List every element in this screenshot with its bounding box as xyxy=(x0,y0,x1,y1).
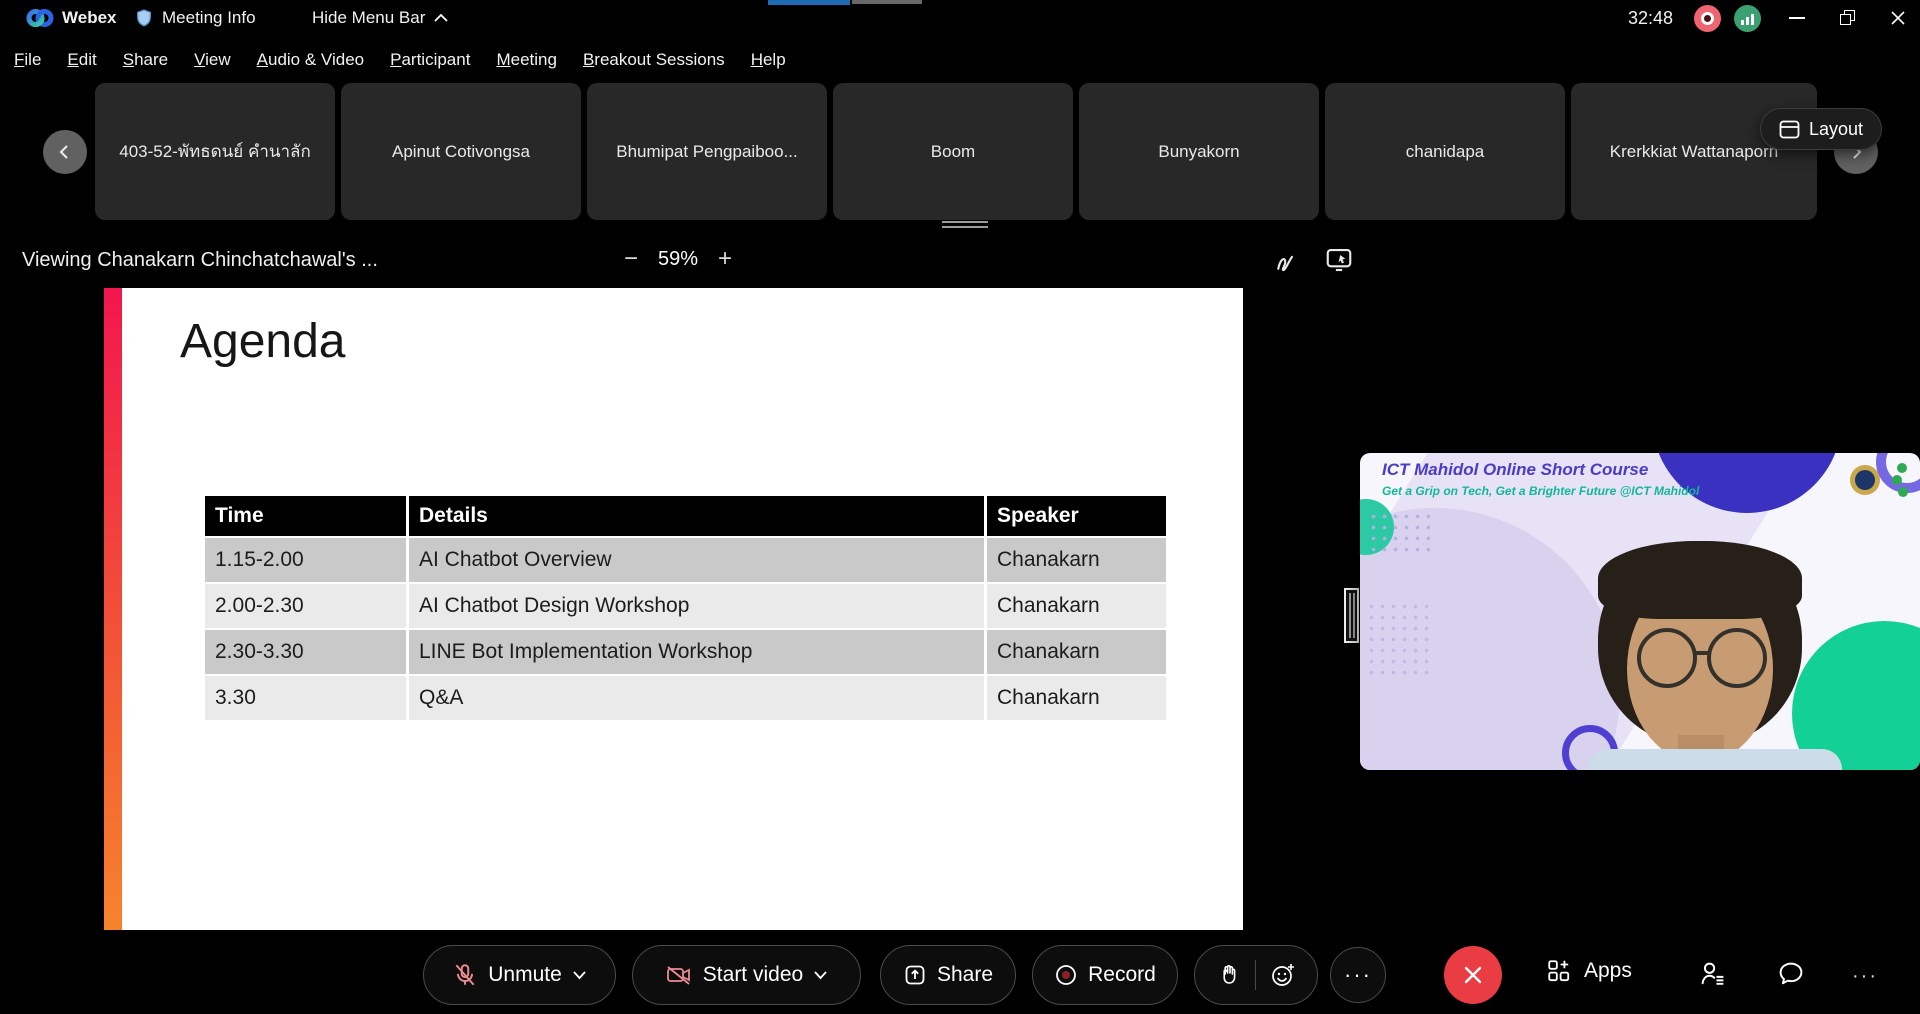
record-button[interactable]: Record xyxy=(1032,945,1178,1005)
ribbon-icon xyxy=(1888,461,1912,499)
table-cell: 2.00-2.30 xyxy=(205,584,406,628)
chevron-down-icon[interactable] xyxy=(572,970,587,980)
zoom-in-button[interactable]: + xyxy=(712,246,738,272)
divider xyxy=(1255,960,1256,990)
table-cell: Q&A xyxy=(409,676,984,720)
window-edge-blue xyxy=(768,0,850,5)
overlay-course-title: ICT Mahidol Online Short Course xyxy=(1382,460,1648,480)
layout-button[interactable]: Layout xyxy=(1760,108,1882,150)
shared-slide: Agenda Time Details Speaker 1.15-2.00 AI… xyxy=(104,288,1243,930)
menu-participant[interactable]: Participant xyxy=(390,50,470,70)
window-edge-gray xyxy=(852,0,922,4)
menu-breakout-sessions[interactable]: Breakout Sessions xyxy=(583,50,725,70)
menu-audio-video[interactable]: Audio & Video xyxy=(257,50,364,70)
participant-tile[interactable]: Krerkkiat Wattanaporn xyxy=(1571,83,1817,220)
mic-muted-icon xyxy=(452,962,478,988)
table-cell: 3.30 xyxy=(205,676,406,720)
table-header-speaker: Speaker xyxy=(987,496,1166,536)
person-hair-top xyxy=(1598,541,1802,619)
layout-grid-icon xyxy=(1779,120,1800,139)
table-header-time: Time xyxy=(205,496,406,536)
unmute-button[interactable]: Unmute xyxy=(423,945,616,1005)
overlay-course-subtitle: Get a Grip on Tech, Get a Brighter Futur… xyxy=(1382,484,1699,498)
university-seal-icon xyxy=(1850,465,1880,495)
title-bar: Webex Meeting Info Hide Menu Bar 32:48 xyxy=(0,0,1920,36)
apps-grid-icon xyxy=(1546,958,1572,984)
apps-button[interactable]: Apps xyxy=(1546,958,1632,984)
menu-bar: File Edit Share View Audio & Video Parti… xyxy=(0,36,1920,83)
participant-tile[interactable]: Bunyakorn xyxy=(1079,83,1319,220)
filmstrip-resize-handle[interactable] xyxy=(942,221,988,229)
minimize-button[interactable] xyxy=(1789,17,1805,19)
leave-meeting-button[interactable] xyxy=(1444,946,1502,1004)
close-x-icon xyxy=(1462,964,1484,986)
slide-accent-bar xyxy=(104,288,122,930)
share-button[interactable]: Share xyxy=(880,945,1016,1005)
participant-filmstrip: 403-52-พัทธดนย์ คำนาลัก Apinut Cotivongs… xyxy=(0,83,1920,220)
participant-tile[interactable]: chanidapa xyxy=(1325,83,1565,220)
annotate-icon[interactable] xyxy=(1272,245,1302,275)
menu-share[interactable]: Share xyxy=(123,50,168,70)
video-bg-dots xyxy=(1366,601,1432,677)
meeting-timer: 32:48 xyxy=(1628,0,1673,36)
chat-panel-button[interactable] xyxy=(1776,959,1806,989)
shared-content-bar: Viewing Chanakarn Chinchatchawal's ... −… xyxy=(0,240,1920,284)
remote-control-icon[interactable] xyxy=(1324,245,1354,275)
restore-button[interactable] xyxy=(1840,10,1856,26)
panel-resize-handle[interactable] xyxy=(1344,588,1359,643)
zoom-level: 59% xyxy=(658,248,698,271)
agenda-table: Time Details Speaker 1.15-2.00 AI Chatbo… xyxy=(205,496,1166,720)
viewing-status-text: Viewing Chanakarn Chinchatchawal's ... xyxy=(22,249,378,272)
person-shirt xyxy=(1588,749,1842,770)
recording-indicator-icon xyxy=(1694,5,1721,32)
shield-icon xyxy=(134,7,154,29)
start-video-button[interactable]: Start video xyxy=(632,945,861,1005)
table-cell: 2.30-3.30 xyxy=(205,630,406,674)
menu-view[interactable]: View xyxy=(194,50,231,70)
table-cell: AI Chatbot Design Workshop xyxy=(409,584,984,628)
close-button[interactable] xyxy=(1890,10,1906,26)
video-bg-shape xyxy=(1792,621,1920,770)
slide-title: Agenda xyxy=(180,314,346,369)
table-cell: Chanakarn xyxy=(987,676,1166,720)
meeting-info-button[interactable]: Meeting Info xyxy=(134,0,256,36)
reactions-emoji-icon[interactable] xyxy=(1270,962,1296,988)
filmstrip-prev-button[interactable] xyxy=(43,130,87,174)
menu-help[interactable]: Help xyxy=(751,50,786,70)
more-options-button[interactable]: ··· xyxy=(1330,947,1386,1003)
person-glasses xyxy=(1622,623,1782,693)
menu-file[interactable]: File xyxy=(14,50,41,70)
hide-menu-bar-button[interactable]: Hide Menu Bar xyxy=(312,0,449,36)
participant-tile[interactable]: Apinut Cotivongsa xyxy=(341,83,581,220)
participant-tile[interactable]: Boom xyxy=(833,83,1073,220)
chevron-down-icon[interactable] xyxy=(813,970,828,980)
table-cell: LINE Bot Implementation Workshop xyxy=(409,630,984,674)
table-cell: Chanakarn xyxy=(987,584,1166,628)
table-header-details: Details xyxy=(409,496,984,536)
table-cell: Chanakarn xyxy=(987,538,1166,582)
video-bg-dots xyxy=(1368,511,1430,557)
reactions-group xyxy=(1194,945,1318,1005)
participant-tile[interactable]: 403-52-พัทธดนย์ คำนาลัก xyxy=(95,83,335,220)
participant-tile[interactable]: Bhumipat Pengpaiboo... xyxy=(587,83,827,220)
table-cell: 1.15-2.00 xyxy=(205,538,406,582)
connection-quality-icon xyxy=(1734,5,1761,32)
overflow-menu-button[interactable]: ··· xyxy=(1852,965,1878,988)
share-icon xyxy=(903,963,927,987)
raise-hand-icon[interactable] xyxy=(1217,962,1241,988)
active-speaker-video[interactable]: ICT Mahidol Online Short Course Get a Gr… xyxy=(1360,453,1920,770)
menu-edit[interactable]: Edit xyxy=(67,50,96,70)
meeting-control-bar: Unmute Start video Share Record xyxy=(0,943,1920,1014)
chevron-up-icon xyxy=(433,12,449,24)
zoom-out-button[interactable]: − xyxy=(618,246,644,272)
webex-logo xyxy=(26,0,54,36)
app-title: Webex xyxy=(62,0,117,36)
chevron-left-icon xyxy=(57,144,73,160)
participants-panel-button[interactable] xyxy=(1698,959,1728,989)
menu-meeting[interactable]: Meeting xyxy=(496,50,557,70)
record-icon xyxy=(1054,963,1078,987)
camera-muted-icon xyxy=(665,962,693,988)
table-cell: Chanakarn xyxy=(987,630,1166,674)
table-cell: AI Chatbot Overview xyxy=(409,538,984,582)
